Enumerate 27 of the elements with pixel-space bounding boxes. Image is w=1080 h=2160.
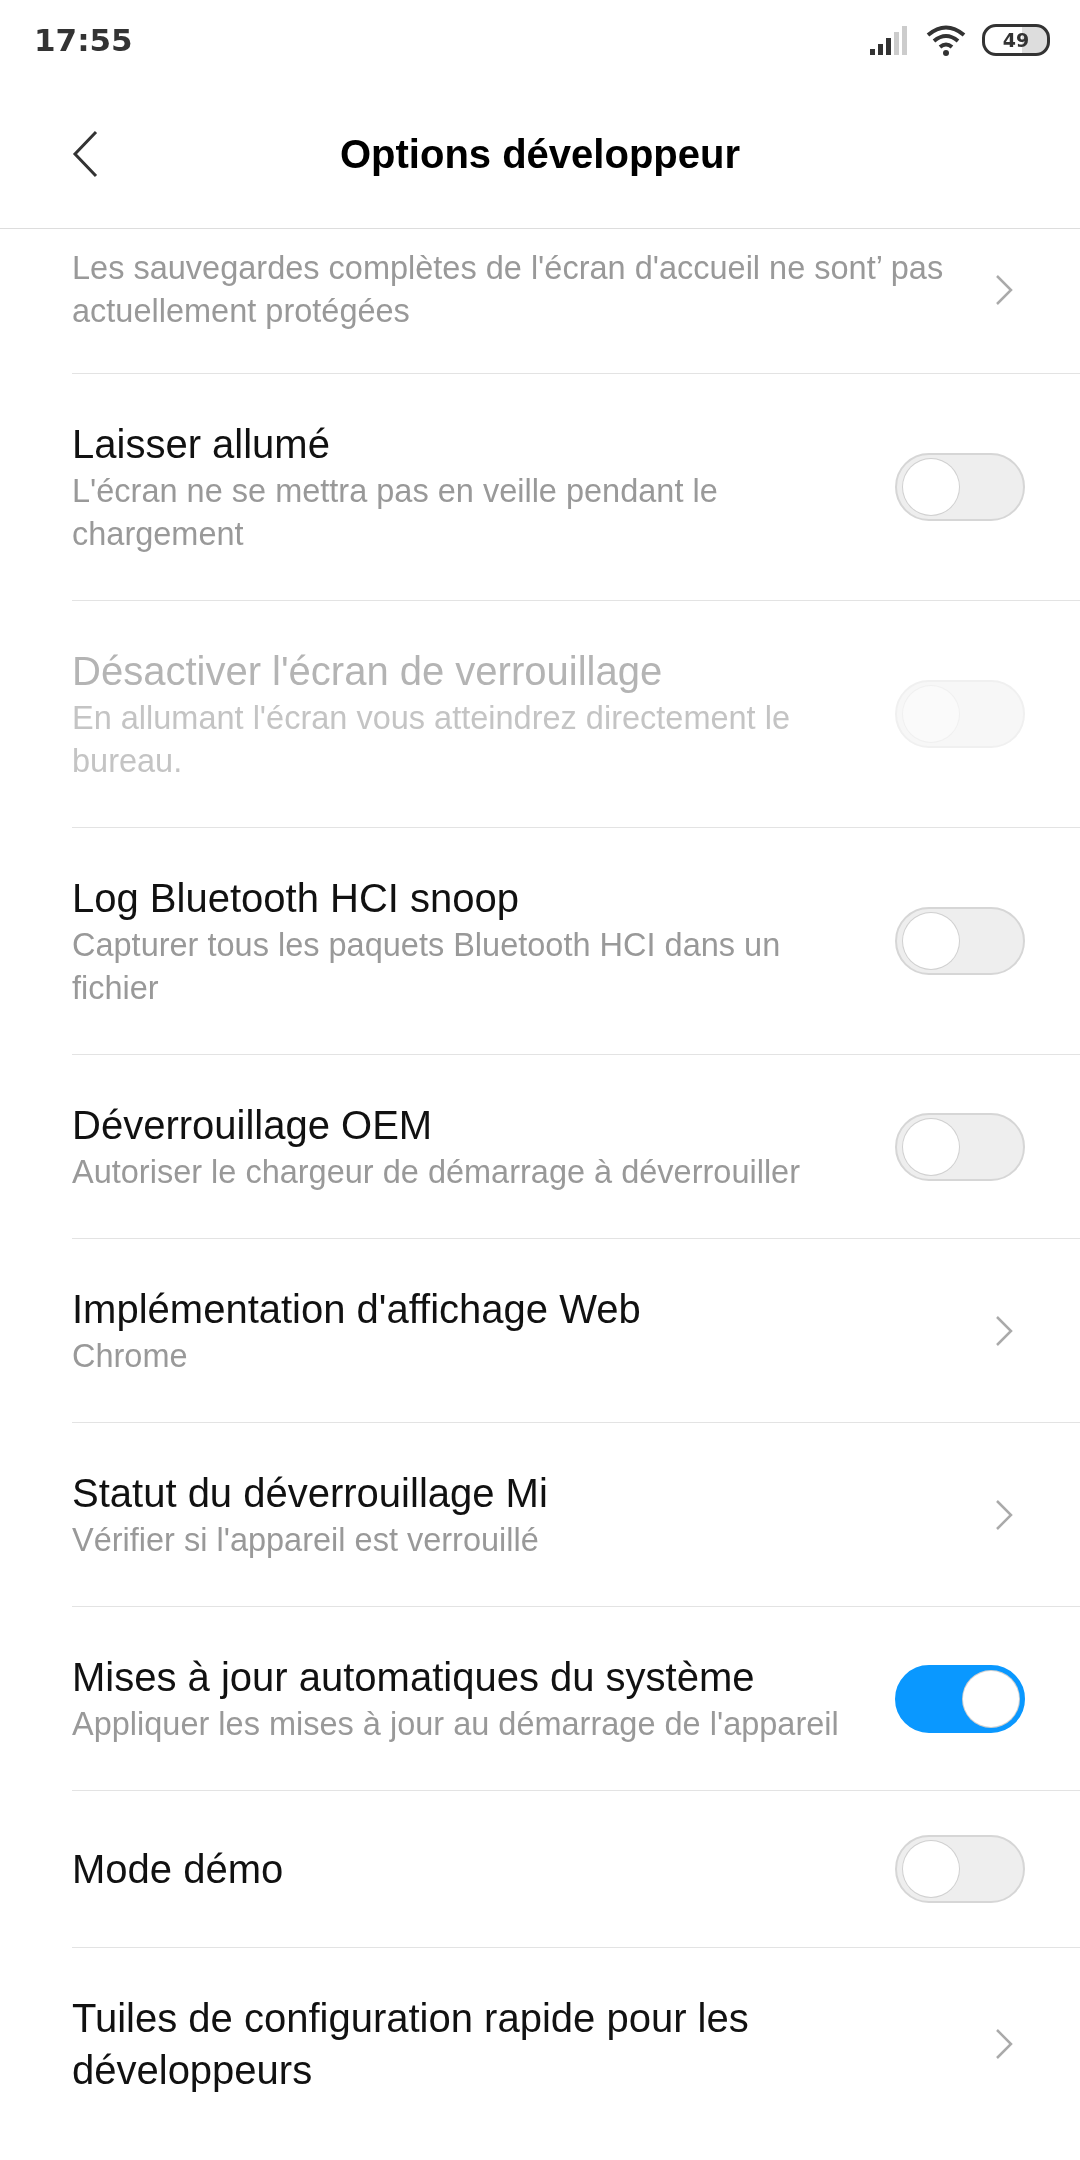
status-time: 17:55 (34, 22, 133, 58)
battery-indicator: 49 (982, 24, 1050, 56)
setting-title: Tuiles de configuration rapide pour les développeurs (72, 1995, 750, 2094)
setting-title: Déverrouillage OEM (72, 1102, 434, 1149)
setting-description: Capturer tous les paquets Bluetooth HCI dans un fichier (72, 926, 782, 1008)
setting-title: Mises à jour automatiques du système (72, 1654, 756, 1701)
setting-title: Désactiver l'écran de verrouillage (72, 648, 664, 695)
chevron-right-icon (995, 274, 1013, 306)
setting-description: Appliquer les mises à jour au démarrage de l'appareil (72, 1705, 840, 1744)
setting-description: L'écran ne se mettra pas en veille pendant le chargement (72, 472, 719, 554)
setting-title: Log Bluetooth HCI snoop (72, 875, 520, 922)
chevron-right-icon (995, 1498, 1013, 1531)
back-icon[interactable] (72, 130, 98, 178)
chevron-right-icon (995, 2028, 1013, 2060)
setting-title: Statut du déverrouillage Mi (72, 1470, 549, 1517)
chevron-right-icon (995, 1314, 1013, 1347)
setting-description: Vérifier si l'appareil est verrouillé (72, 1521, 540, 1560)
signal-icon (870, 25, 910, 55)
setting-description: Chrome (72, 1337, 189, 1376)
setting-title: Mode démo (72, 1846, 285, 1893)
setting-description: Autoriser le chargeur de démarrage à déverrouiller (72, 1153, 801, 1192)
setting-description: Les sauvegardes complètes de l'écran d'accueil ne sont’ pas actuellement protégées (72, 249, 945, 331)
page-title: Options développeur (339, 131, 740, 177)
setting-title: Laisser allumé (72, 421, 331, 468)
setting-description: En allumant l'écran vous atteindrez directement le bureau. (72, 699, 791, 781)
setting-title: Implémentation d'affichage Web (72, 1286, 642, 1333)
wifi-icon (926, 24, 966, 56)
